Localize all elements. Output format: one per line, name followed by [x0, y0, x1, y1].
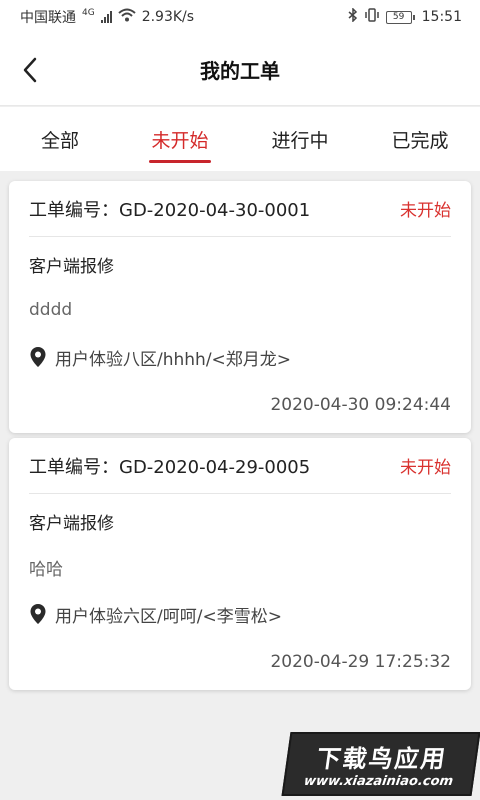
order-description: dddd	[29, 300, 73, 320]
order-location-row: 用户体验八区/hhhh/<郑月龙>	[29, 333, 451, 381]
order-location: 用户体验六区/呵呵/<李雪松>	[55, 606, 282, 627]
battery-icon: 59	[385, 10, 415, 24]
signal-icon	[100, 11, 112, 23]
bluetooth-icon	[348, 7, 358, 26]
order-number: 工单编号：GD-2020-04-29-0005	[29, 456, 311, 478]
page-title: 我的工单	[200, 59, 280, 83]
status-badge: 未开始	[400, 458, 451, 478]
clock: 15:51	[421, 9, 462, 25]
carrier-label: 中国联通	[20, 10, 76, 26]
app-header: 我的工单	[0, 34, 480, 106]
tab-in-progress[interactable]: 进行中	[240, 107, 360, 171]
order-type: 客户端报修	[29, 513, 114, 534]
back-button[interactable]	[14, 54, 46, 86]
order-location: 用户体验八区/hhhh/<郑月龙>	[55, 349, 292, 370]
watermark-url: www.xiazainiao.com	[302, 774, 455, 789]
watermark-title: 下载鸟应用	[314, 745, 449, 773]
tab-bar: 全部 未开始 进行中 已完成	[0, 107, 480, 171]
order-card[interactable]: 工单编号：GD-2020-04-29-0005 未开始 客户端报修 哈哈 用户体…	[9, 438, 471, 690]
status-bar: 中国联通 4G 2.93K/s 59 15:51	[0, 0, 480, 34]
network-speed: 2.93K/s	[141, 9, 195, 25]
order-card-header: 工单编号：GD-2020-04-30-0001 未开始	[29, 181, 451, 237]
order-type: 客户端报修	[29, 256, 114, 277]
order-description: 哈哈	[29, 559, 63, 580]
tab-completed[interactable]: 已完成	[360, 107, 480, 171]
watermark-logo: 下载鸟应用 www.xiazainiao.com	[281, 732, 480, 796]
wifi-icon	[118, 8, 136, 26]
location-pin-icon	[29, 346, 49, 368]
battery-level: 59	[392, 12, 405, 22]
order-time: 2020-04-30 09:24:44	[270, 395, 451, 415]
chevron-left-icon	[23, 57, 37, 83]
order-time: 2020-04-29 17:25:32	[270, 652, 451, 672]
tab-not-started[interactable]: 未开始	[120, 107, 240, 171]
order-card-header: 工单编号：GD-2020-04-29-0005 未开始	[29, 438, 451, 494]
order-number: 工单编号：GD-2020-04-30-0001	[29, 199, 311, 221]
tab-all[interactable]: 全部	[0, 107, 120, 171]
order-card[interactable]: 工单编号：GD-2020-04-30-0001 未开始 客户端报修 dddd 用…	[9, 181, 471, 433]
order-location-row: 用户体验六区/呵呵/<李雪松>	[29, 590, 451, 638]
status-right: 59 15:51	[348, 7, 462, 26]
network-label: 4G	[82, 8, 95, 18]
status-badge: 未开始	[400, 201, 451, 221]
location-pin-icon	[29, 603, 49, 625]
status-left: 中国联通 4G 2.93K/s	[20, 7, 194, 27]
vibrate-icon	[364, 8, 380, 26]
